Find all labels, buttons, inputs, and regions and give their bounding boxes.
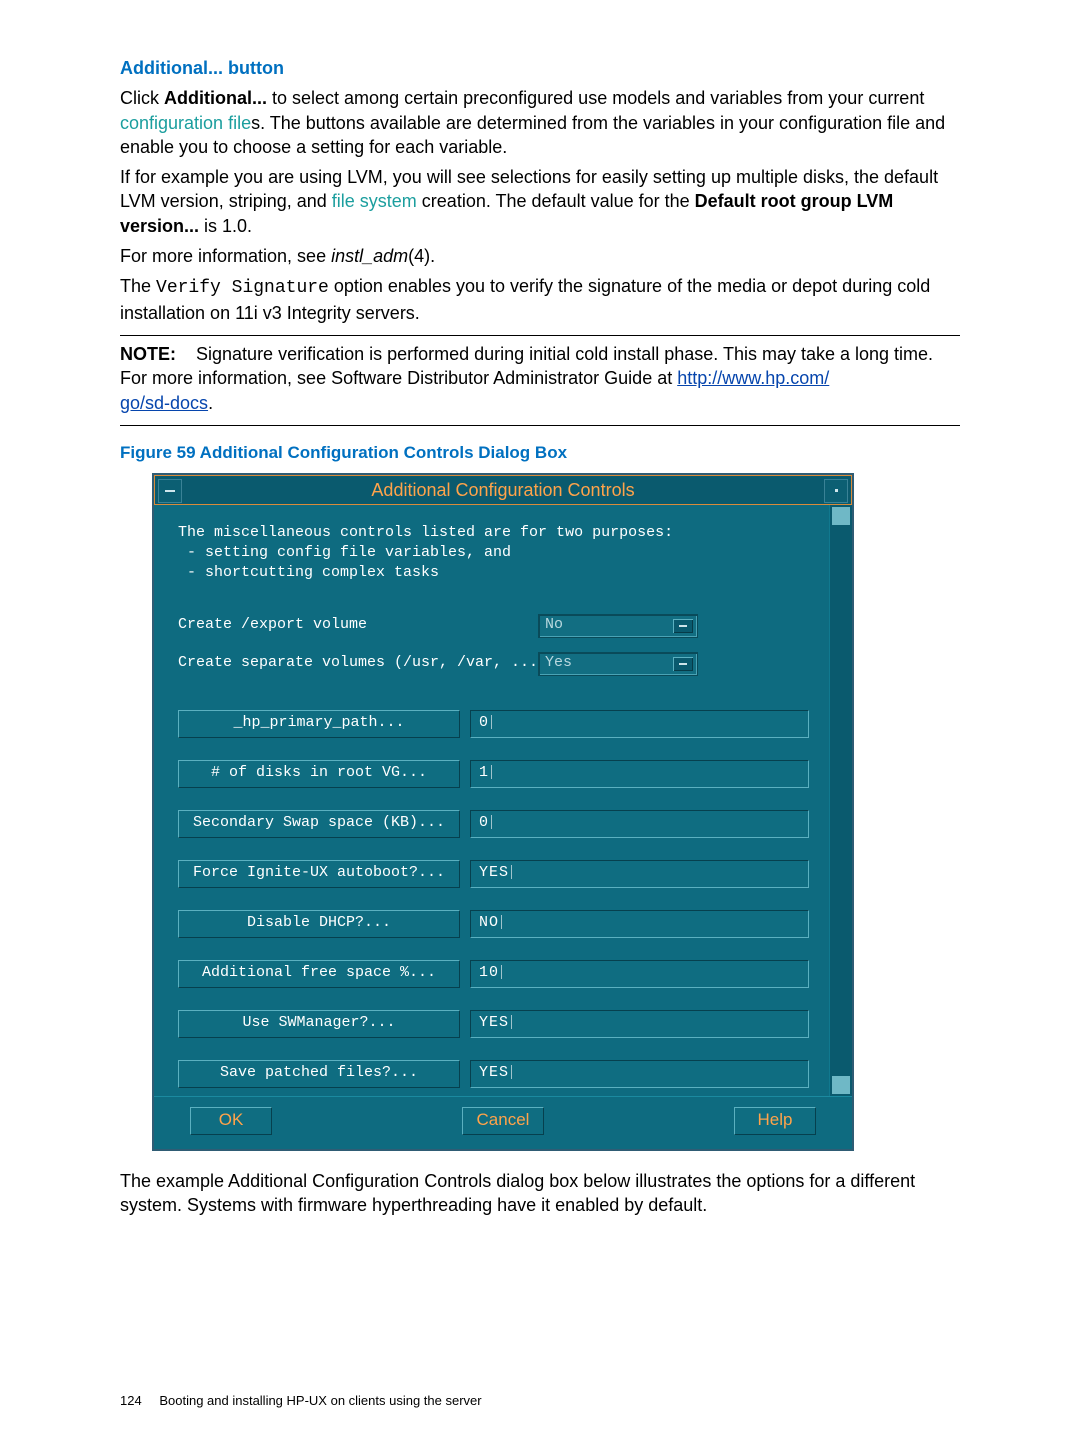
config-row: Secondary Swap space (KB)... 0	[178, 810, 809, 838]
config-button[interactable]: Save patched files?...	[178, 1060, 460, 1088]
ok-button[interactable]: OK	[190, 1107, 272, 1135]
window-menu-icon[interactable]	[158, 479, 182, 503]
config-value-field[interactable]: YES	[470, 860, 809, 888]
italic-text: instl_adm	[331, 246, 408, 266]
config-value: 1	[479, 763, 492, 783]
config-row: Save patched files?... YES	[178, 1060, 809, 1088]
cancel-button[interactable]: Cancel	[462, 1107, 544, 1135]
config-button[interactable]: Secondary Swap space (KB)...	[178, 810, 460, 838]
dialog-additional-config: Additional Configuration Controls The mi…	[152, 473, 854, 1151]
option-label: Create /export volume	[178, 615, 538, 635]
scroll-down-icon[interactable]	[832, 1076, 850, 1094]
config-value: YES	[479, 863, 512, 883]
paragraph: If for example you are using LVM, you wi…	[120, 165, 960, 238]
option-row-export-volume: Create /export volume No	[178, 614, 809, 638]
text: The	[120, 276, 156, 296]
help-button[interactable]: Help	[734, 1107, 816, 1135]
config-button[interactable]: Use SWManager?...	[178, 1010, 460, 1038]
config-value: YES	[479, 1063, 512, 1083]
intro-text: The miscellaneous controls listed are fo…	[178, 523, 809, 543]
section-heading: Additional... button	[120, 56, 960, 80]
dropdown-value: Yes	[545, 653, 572, 673]
text: For more information, see	[120, 246, 331, 266]
paragraph: Click Additional... to select among cert…	[120, 86, 960, 159]
config-value: 0	[479, 713, 492, 733]
paragraph: The Verify Signature option enables you …	[120, 274, 960, 325]
config-row: Use SWManager?... YES	[178, 1010, 809, 1038]
config-row: Additional free space %... 10	[178, 960, 809, 988]
dialog-titlebar: Additional Configuration Controls	[154, 475, 852, 505]
dialog-body: The miscellaneous controls listed are fo…	[154, 505, 852, 1096]
config-row: Disable DHCP?... NO	[178, 910, 809, 938]
paragraph: For more information, see instl_adm(4).	[120, 244, 960, 268]
page-footer: 124 Booting and installing HP-UX on clie…	[120, 1392, 482, 1410]
text: Click	[120, 88, 164, 108]
text: creation. The default value for the	[417, 191, 695, 211]
config-button[interactable]: Disable DHCP?...	[178, 910, 460, 938]
text: is 1.0.	[199, 216, 252, 236]
dropdown-separate-volumes[interactable]: Yes	[538, 652, 698, 676]
config-value: 10	[479, 963, 502, 983]
config-row: Force Ignite-UX autoboot?... YES	[178, 860, 809, 888]
config-value: 0	[479, 813, 492, 833]
chevron-down-icon	[673, 619, 693, 633]
config-value-field[interactable]: 1	[470, 760, 809, 788]
link-hp-sd-docs[interactable]: http://www.hp.com/	[677, 368, 829, 388]
page: Additional... button Click Additional...…	[0, 0, 1080, 1438]
link-configuration-file[interactable]: configuration file	[120, 113, 251, 133]
config-value-field[interactable]: 0	[470, 810, 809, 838]
link-hp-sd-docs-cont[interactable]: go/sd-docs	[120, 393, 208, 413]
scrollbar[interactable]	[829, 505, 852, 1096]
dialog-content: The miscellaneous controls listed are fo…	[154, 505, 829, 1096]
divider	[120, 425, 960, 426]
dialog-footer: OK Cancel Help	[154, 1096, 852, 1149]
config-value-field[interactable]: YES	[470, 1060, 809, 1088]
text: to select among certain preconfigured us…	[267, 88, 924, 108]
divider	[120, 335, 960, 336]
config-button[interactable]: Additional free space %...	[178, 960, 460, 988]
config-button[interactable]: # of disks in root VG...	[178, 760, 460, 788]
chevron-down-icon	[673, 657, 693, 671]
dialog-title: Additional Configuration Controls	[371, 478, 634, 502]
config-value: NO	[479, 913, 502, 933]
note-label: NOTE:	[120, 344, 176, 364]
config-row: # of disks in root VG... 1	[178, 760, 809, 788]
config-button[interactable]: Force Ignite-UX autoboot?...	[178, 860, 460, 888]
config-value-field[interactable]: 10	[470, 960, 809, 988]
bold-text: Additional...	[164, 88, 267, 108]
option-label: Create separate volumes (/usr, /var, ...	[178, 653, 538, 673]
text: (4).	[408, 246, 435, 266]
page-number: 124	[120, 1392, 142, 1410]
figure-caption: Figure 59 Additional Configuration Contr…	[120, 442, 960, 465]
config-value-field[interactable]: YES	[470, 1010, 809, 1038]
config-value-field[interactable]: NO	[470, 910, 809, 938]
link-file-system[interactable]: file system	[332, 191, 417, 211]
paragraph: The example Additional Configuration Con…	[120, 1169, 960, 1218]
dropdown-export-volume[interactable]: No	[538, 614, 698, 638]
footer-title: Booting and installing HP-UX on clients …	[159, 1393, 481, 1408]
config-value: YES	[479, 1013, 512, 1033]
dropdown-value: No	[545, 615, 563, 635]
config-row: _hp_primary_path... 0	[178, 710, 809, 738]
config-button[interactable]: _hp_primary_path...	[178, 710, 460, 738]
mono-text: Verify Signature	[156, 278, 329, 298]
config-value-field[interactable]: 0	[470, 710, 809, 738]
window-minimize-icon[interactable]	[824, 479, 848, 503]
note-paragraph: NOTE: Signature verification is performe…	[120, 342, 960, 415]
scroll-up-icon[interactable]	[832, 507, 850, 525]
text: .	[208, 393, 213, 413]
intro-text: - setting config file variables, and	[178, 543, 809, 563]
option-row-separate-volumes: Create separate volumes (/usr, /var, ...…	[178, 652, 809, 676]
intro-text: - shortcutting complex tasks	[178, 563, 809, 583]
